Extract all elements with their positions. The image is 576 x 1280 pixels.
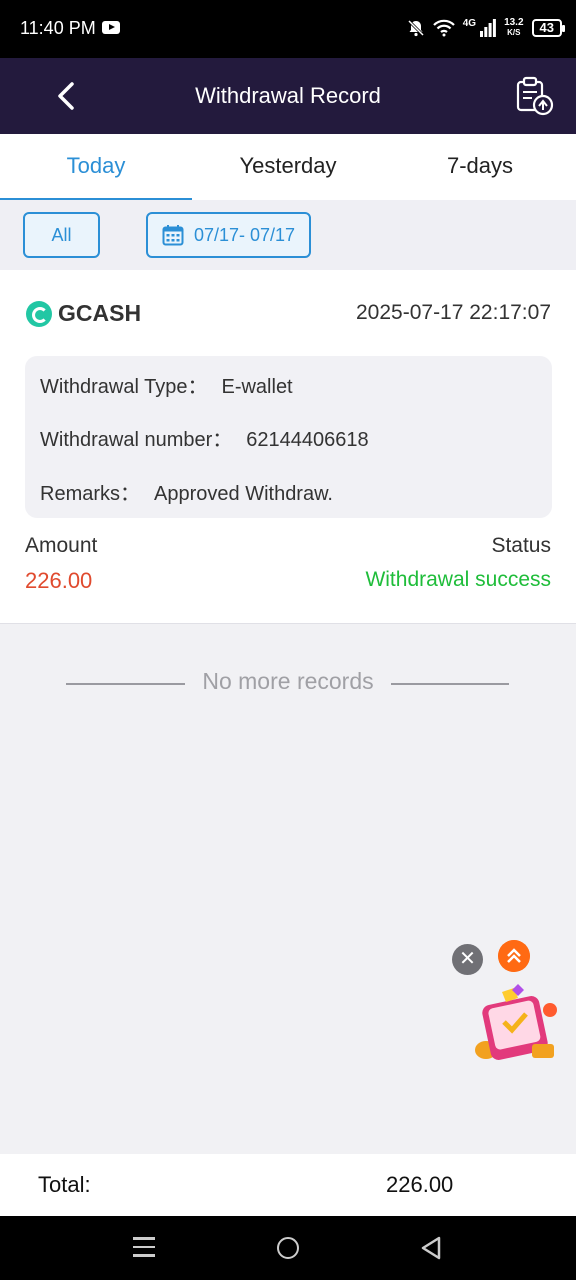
calendar-icon [162,225,184,246]
total-value: 226.00 [386,1172,454,1197]
cell-signal: 4G [463,19,496,37]
tab-yesterday[interactable]: Yesterday [192,134,384,200]
network-speed-unit: K/S [507,28,521,37]
divider-right [391,683,509,685]
no-more-records: No more records [0,668,576,698]
app-header: Withdrawal Record [0,58,576,134]
close-promo-button[interactable]: ✕ [452,944,483,975]
tab-today[interactable]: Today [0,134,192,201]
status-icons: 4G 13.2 K/S 43 [407,16,566,40]
status-time: 11:40 PM [20,18,96,38]
bell-muted-icon [407,19,424,37]
page-title: Withdrawal Record [195,83,381,108]
withdrawal-record-card[interactable]: GCASH 2025-07-17 22:17:07 Withdrawal Typ… [0,270,576,624]
gift-box-promo-icon[interactable] [472,978,560,1066]
withdrawal-type-value: E-wallet [221,376,293,398]
network-speed: 13.2 K/S [504,18,523,38]
amount-label: Amount [25,534,98,557]
withdrawal-number-label: Withdrawal number： [40,429,233,451]
date-tabs: Today Yesterday 7-days [0,134,576,201]
no-more-records-text: No more records [202,668,374,694]
remarks-row: Remarks： Approved Withdraw. [40,477,333,506]
home-icon[interactable] [277,1237,299,1259]
withdrawal-type-label: Withdrawal Type： [40,376,208,398]
status-value: Withdrawal success [365,568,551,591]
withdrawal-type-row: Withdrawal Type： E-wallet [40,370,293,399]
date-range-label: 07/17- 07/17 [193,224,296,245]
signal-bars-icon [480,19,496,37]
clipboard-upload-icon[interactable] [512,76,556,118]
total-bar: Total: 226.00 [0,1154,576,1216]
system-navigation-bar [0,1216,576,1280]
record-datetime: 2025-07-17 22:17:07 [356,301,551,324]
date-range-button[interactable]: 07/17- 07/17 [146,212,311,258]
total-label: Total: [38,1172,91,1197]
channel-name: GCASH [58,300,142,326]
filter-all-button[interactable]: All [23,212,100,258]
network-type: 4G [462,18,477,29]
status-bar: 11:40 PM 4G 13.2 K/S 43 [0,0,576,58]
system-back-icon[interactable] [420,1236,442,1260]
withdrawal-number-row: Withdrawal number： 62144406618 [40,423,369,452]
wifi-icon [432,19,455,37]
record-details: Withdrawal Type： E-wallet Withdrawal numb… [25,356,552,518]
gcash-logo-icon [26,300,52,327]
tab-7-days[interactable]: 7-days [384,134,576,200]
battery-indicator: 43 [531,19,566,37]
scroll-top-icon[interactable] [498,940,530,972]
withdrawal-number-value: 62144406618 [246,429,369,451]
filter-bar: All 07/17- 07/17 [0,200,576,270]
remarks-value: Approved Withdraw. [154,483,333,505]
youtube-notification-icon [102,21,120,34]
payment-channel: GCASH [26,300,141,327]
amount-value: 226.00 [25,568,93,593]
recent-apps-icon[interactable] [133,1237,155,1257]
network-speed-value: 13.2 [504,17,524,28]
remarks-label: Remarks： [40,483,141,505]
status-label: Status [491,534,551,557]
